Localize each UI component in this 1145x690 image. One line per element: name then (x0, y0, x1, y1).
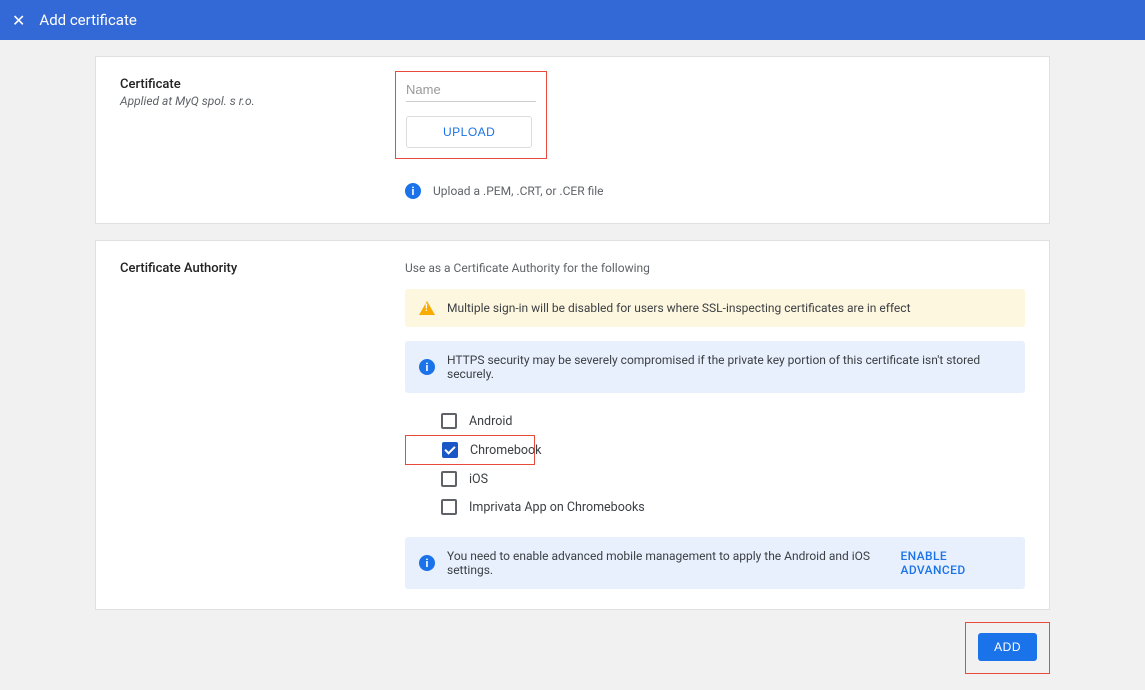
checkbox-row-android[interactable]: Android (405, 407, 1025, 435)
warning-icon (419, 301, 435, 315)
info-icon: i (405, 183, 421, 199)
dialog-header: ✕ Add certificate (0, 0, 1145, 40)
checkbox-row-ios[interactable]: iOS (405, 465, 1025, 493)
certificate-applied-at: Applied at MyQ spol. s r.o. (120, 94, 405, 108)
info-banner: i HTTPS security may be severely comprom… (405, 341, 1025, 393)
ca-section-title: Certificate Authority (120, 261, 405, 276)
checkbox-chromebook[interactable] (442, 442, 458, 458)
checkbox-label: iOS (469, 472, 488, 487)
warning-banner: Multiple sign-in will be disabled for us… (405, 289, 1025, 327)
checkbox-android[interactable] (441, 413, 457, 429)
checkbox-ios[interactable] (441, 471, 457, 487)
dialog-footer: ADD (95, 622, 1050, 674)
certificate-authority-card: Certificate Authority Use as a Certifica… (95, 240, 1050, 610)
info-icon: i (419, 359, 435, 375)
checkbox-label: Chromebook (470, 443, 541, 458)
certificate-name-input[interactable] (406, 78, 536, 102)
enable-advanced-button[interactable]: ENABLE ADVANCED (900, 549, 1011, 577)
checkbox-imprivata[interactable] (441, 499, 457, 515)
dialog-title: Add certificate (39, 11, 136, 29)
enable-advanced-text: You need to enable advanced mobile manag… (447, 549, 900, 577)
upload-hint-text: Upload a .PEM, .CRT, or .CER file (433, 184, 604, 198)
close-icon[interactable]: ✕ (12, 11, 25, 30)
add-button-highlight: ADD (965, 622, 1050, 674)
certificate-card: Certificate Applied at MyQ spol. s r.o. … (95, 56, 1050, 224)
info-text: HTTPS security may be severely compromis… (447, 353, 1011, 381)
upload-area-highlight: UPLOAD (395, 71, 547, 159)
checkbox-row-chromebook[interactable]: Chromebook (405, 435, 535, 465)
enable-advanced-banner: i You need to enable advanced mobile man… (405, 537, 1025, 589)
upload-button[interactable]: UPLOAD (406, 116, 532, 148)
certificate-section-title: Certificate (120, 77, 405, 92)
upload-hint: i Upload a .PEM, .CRT, or .CER file (405, 183, 1025, 199)
checkbox-label: Imprivata App on Chromebooks (469, 500, 645, 515)
ca-subtitle: Use as a Certificate Authority for the f… (405, 261, 1025, 275)
content-area: Certificate Applied at MyQ spol. s r.o. … (0, 40, 1145, 690)
add-button[interactable]: ADD (978, 633, 1037, 661)
warning-text: Multiple sign-in will be disabled for us… (447, 301, 911, 315)
info-icon: i (419, 555, 435, 571)
platform-checkbox-list: Android Chromebook iOS Imprivata App on … (405, 407, 1025, 521)
checkbox-label: Android (469, 414, 512, 429)
checkbox-row-imprivata[interactable]: Imprivata App on Chromebooks (405, 493, 1025, 521)
